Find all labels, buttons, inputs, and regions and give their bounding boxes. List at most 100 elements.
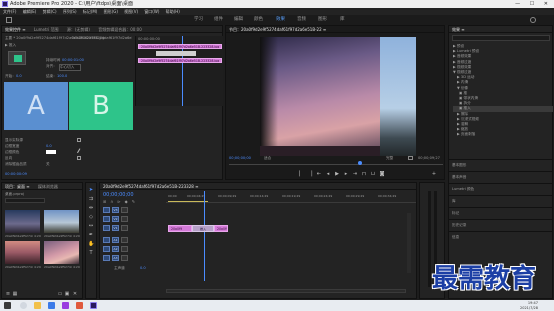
list-view-icon[interactable]: ≡ bbox=[5, 291, 11, 297]
settings-icon[interactable] bbox=[408, 156, 413, 160]
new-item-icon[interactable]: ▣ bbox=[64, 291, 70, 297]
export-frame-icon[interactable]: ◙ bbox=[379, 171, 385, 177]
start-icon[interactable] bbox=[4, 302, 11, 309]
premiere-taskbar-icon[interactable] bbox=[90, 302, 97, 309]
workspace-assembly[interactable]: 组件 bbox=[214, 15, 223, 25]
browser-icon[interactable] bbox=[48, 302, 55, 309]
mark-out-icon[interactable]: ▕ bbox=[307, 171, 313, 177]
track-mute-icon[interactable] bbox=[121, 246, 128, 252]
workspace-libraries[interactable]: 库 bbox=[340, 15, 345, 25]
track-lock-icon[interactable] bbox=[103, 216, 110, 222]
workspace-effects[interactable]: 效果 bbox=[276, 15, 285, 25]
start-value[interactable]: 0.0 bbox=[16, 74, 22, 78]
project-thumb-4[interactable] bbox=[44, 241, 79, 264]
work-area-bar[interactable] bbox=[168, 201, 208, 202]
timeline-timecode[interactable]: 00;00;00;00 bbox=[103, 192, 134, 198]
track-select-tool-icon[interactable]: ⇉ bbox=[88, 196, 94, 202]
timeline-vertical-scrollbar[interactable] bbox=[407, 213, 411, 273]
workspace-editing[interactable]: 编辑 bbox=[234, 15, 243, 25]
section-libraries[interactable]: 库 bbox=[449, 195, 552, 207]
section-info[interactable]: 信息 bbox=[449, 231, 552, 243]
track-lock-icon[interactable] bbox=[103, 255, 110, 261]
master-track-value[interactable]: 0.0 bbox=[140, 266, 146, 270]
menu-clip[interactable]: 剪辑(C) bbox=[43, 9, 57, 14]
selection-tool-icon[interactable]: ➤ bbox=[88, 187, 94, 193]
track-label-v1[interactable]: V1 bbox=[112, 225, 119, 231]
menu-sequence[interactable]: 序列(S) bbox=[63, 9, 77, 14]
go-to-out-icon[interactable]: ⇥ bbox=[352, 171, 358, 177]
border-color-swatch[interactable] bbox=[46, 150, 56, 154]
new-bin-icon[interactable]: ▭ bbox=[57, 291, 63, 297]
track-mute-icon[interactable] bbox=[121, 237, 128, 243]
track-label-a1[interactable]: A1 bbox=[112, 237, 119, 243]
add-button-icon[interactable]: + bbox=[431, 171, 437, 177]
show-actual-sources-checkbox[interactable] bbox=[77, 138, 81, 142]
program-monitor-title[interactable]: 节目：20a0f9d2e9f5274daf61f97d2a6e51B-22 ≡ bbox=[229, 27, 326, 32]
step-forward-icon[interactable]: ▸ bbox=[343, 171, 349, 177]
lift-icon[interactable]: ⊓ bbox=[361, 171, 367, 177]
search-taskbar-icon[interactable] bbox=[20, 302, 27, 309]
section-essential-graphics[interactable]: 基本图形 bbox=[449, 159, 552, 171]
track-lock-icon[interactable] bbox=[103, 237, 110, 243]
duration-value[interactable]: 00:00:01:00 bbox=[62, 58, 84, 62]
menu-view[interactable]: 视图(V) bbox=[124, 9, 138, 14]
project-thumb-2[interactable] bbox=[44, 210, 79, 233]
window-controls[interactable]: — ☐ ✕ bbox=[515, 0, 552, 8]
icon-view-icon[interactable]: ▦ bbox=[12, 291, 18, 297]
home-icon[interactable] bbox=[6, 17, 12, 23]
menu-file[interactable]: 文件(F) bbox=[3, 9, 16, 14]
menu-help[interactable]: 帮助(H) bbox=[166, 9, 180, 14]
track-eye-icon[interactable] bbox=[121, 225, 128, 231]
tab-audio-mixer[interactable]: 音频剪辑混合器：00:00 bbox=[98, 27, 142, 32]
app-icon-purple[interactable] bbox=[62, 302, 69, 309]
section-essential-sound[interactable]: 基本声音 bbox=[449, 171, 552, 183]
tab-effect-controls[interactable]: 效果控件 ≡ bbox=[5, 27, 26, 32]
timeline-scrollbar[interactable] bbox=[166, 289, 406, 293]
track-eye-icon[interactable] bbox=[121, 207, 128, 213]
track-lock-icon[interactable] bbox=[103, 246, 110, 252]
tree-item[interactable]: ▶ 页面剥落 bbox=[453, 132, 553, 137]
end-value[interactable]: 100.0 bbox=[57, 74, 67, 78]
reverse-checkbox[interactable] bbox=[77, 156, 81, 160]
tab-media-browser[interactable]: 媒体浏览器 bbox=[38, 184, 58, 189]
timeline-clip-2[interactable]: 20a0f9d2e9f5 bbox=[214, 225, 228, 232]
project-search-input[interactable] bbox=[5, 198, 45, 203]
track-label-v2[interactable]: V2 bbox=[112, 216, 119, 222]
effects-panel-title[interactable]: 效果 ≡ bbox=[452, 27, 465, 32]
mini-clip-b[interactable]: 20a0f9d2e9f5274daf61f97d2a6e51B-223328.j… bbox=[138, 58, 222, 63]
program-timecode-left[interactable]: 00;00;00;00 bbox=[229, 156, 251, 160]
program-scrub-bar[interactable] bbox=[229, 164, 443, 165]
project-thumb-3[interactable] bbox=[5, 241, 40, 264]
search-icon[interactable] bbox=[530, 17, 536, 23]
tab-project[interactable]: 项目：桌面 ≡ bbox=[5, 184, 30, 189]
workspace-graphics[interactable]: 图形 bbox=[318, 15, 327, 25]
workspace-learn[interactable]: 学习 bbox=[194, 15, 203, 25]
step-back-icon[interactable]: ◂ bbox=[325, 171, 331, 177]
timeline-sequence-tab[interactable]: 20a0f9d2e9f5274daf61f97d2a6e51B-223328 ≡ bbox=[103, 184, 198, 189]
project-thumb-1[interactable] bbox=[5, 210, 40, 233]
track-label-v3[interactable]: V3 bbox=[112, 207, 119, 213]
mark-in-icon[interactable]: ▏ bbox=[298, 171, 304, 177]
tab-lumetri-scopes[interactable]: Lumetri 范围 bbox=[34, 27, 59, 32]
app-icon-orange[interactable] bbox=[76, 302, 83, 309]
tab-source[interactable]: 源：(无剪辑) bbox=[67, 27, 90, 32]
alignment-select[interactable]: 中心切入 bbox=[59, 64, 81, 71]
border-width-value[interactable]: 0.0 bbox=[46, 144, 52, 148]
track-mute-icon[interactable] bbox=[121, 255, 128, 261]
delete-icon[interactable]: ✕ bbox=[72, 291, 78, 297]
track-lock-icon[interactable] bbox=[103, 225, 110, 231]
go-to-in-icon[interactable]: ⇤ bbox=[316, 171, 322, 177]
track-lock-icon[interactable] bbox=[103, 207, 110, 213]
pen-tool-icon[interactable]: ✒ bbox=[88, 232, 94, 238]
effects-search-input[interactable] bbox=[452, 35, 550, 41]
menu-edit[interactable]: 编辑(E) bbox=[23, 9, 37, 14]
hand-tool-icon[interactable]: ✋ bbox=[88, 241, 94, 247]
extract-icon[interactable]: ⊔ bbox=[370, 171, 376, 177]
menu-window[interactable]: 窗口(W) bbox=[144, 9, 159, 14]
mini-transition-bar[interactable] bbox=[156, 51, 196, 56]
fit-select[interactable]: 适合 bbox=[264, 156, 271, 161]
timeline-toolbar[interactable]: ⊞∩⊳◆✎ bbox=[103, 199, 163, 204]
mini-clip-a[interactable]: 20a0f9d2e9f5274daf61f97d2a6e51B-223328.j… bbox=[138, 44, 222, 49]
workspace-audio[interactable]: 音频 bbox=[297, 15, 306, 25]
play-icon[interactable]: ▶ bbox=[334, 171, 340, 177]
